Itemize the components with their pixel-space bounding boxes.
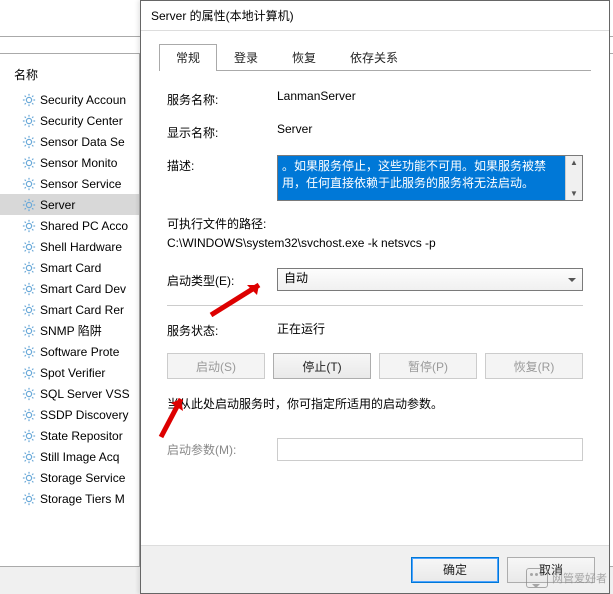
description-textarea[interactable]: 。如果服务停止，这些功能不可用。如果服务被禁用，任何直接依赖于此服务的服务将无法… [277, 155, 583, 201]
list-item[interactable]: Sensor Monito [0, 152, 139, 173]
services-list-pane: 名称 Security Accoun Security Center Sensor … [0, 54, 140, 566]
gear-icon [22, 345, 36, 359]
gear-icon [22, 366, 36, 380]
list-item-label: State Repositor [40, 429, 123, 443]
gear-icon [22, 135, 36, 149]
list-item-label: SNMP 陷阱 [40, 322, 102, 339]
list-item-label: Sensor Data Se [40, 135, 125, 149]
gear-icon [22, 156, 36, 170]
list-item[interactable]: State Repositor [0, 425, 139, 446]
list-item[interactable]: Shell Hardware [0, 236, 139, 257]
list-item-label: Spot Verifier [40, 366, 105, 380]
list-item[interactable]: Spot Verifier [0, 362, 139, 383]
gear-icon [22, 429, 36, 443]
list-item-label: Smart Card Rer [40, 303, 124, 317]
list-item-label: Shared PC Acco [40, 219, 128, 233]
display-name-value: Server [277, 122, 583, 136]
gear-icon [22, 471, 36, 485]
tab-2[interactable]: 恢复 [275, 44, 333, 71]
list-item[interactable]: Smart Card Rer [0, 299, 139, 320]
gear-icon [22, 198, 36, 212]
gear-icon [22, 387, 36, 401]
gear-icon [22, 177, 36, 191]
chat-bubble-icon [526, 568, 548, 588]
startup-params-label: 启动参数(M): [167, 441, 277, 458]
dialog-title: Server 的属性(本地计算机) [141, 1, 609, 31]
gear-icon [22, 219, 36, 233]
list-item-label: Server [40, 198, 75, 212]
watermark: 网管爱好者 [526, 568, 607, 588]
gear-icon [22, 303, 36, 317]
list-item-label: SSDP Discovery [40, 408, 128, 422]
resume-button: 恢复(R) [485, 353, 583, 379]
gear-icon [22, 114, 36, 128]
start-button: 启动(S) [167, 353, 265, 379]
startup-type-select[interactable]: 自动 [277, 268, 583, 291]
pause-button: 暂停(P) [379, 353, 477, 379]
gear-icon [22, 261, 36, 275]
gear-icon [22, 282, 36, 296]
list-item[interactable]: Security Accoun [0, 89, 139, 110]
startup-type-label: 启动类型(E): [167, 270, 277, 289]
tab-3[interactable]: 依存关系 [333, 44, 415, 71]
scroll-up-icon[interactable]: ▲ [566, 156, 582, 169]
gear-icon [22, 240, 36, 254]
list-item-label: Security Accoun [40, 93, 126, 107]
gear-icon [22, 93, 36, 107]
display-name-label: 显示名称: [167, 122, 277, 141]
list-item[interactable]: Storage Tiers M [0, 488, 139, 509]
gear-icon [22, 450, 36, 464]
list-item-label: Software Prote [40, 345, 119, 359]
list-item-label: Storage Tiers M [40, 492, 125, 506]
list-item[interactable]: SSDP Discovery [0, 404, 139, 425]
startup-type-value: 自动 [284, 271, 308, 285]
list-item[interactable]: Software Prote [0, 341, 139, 362]
list-item-label: Storage Service [40, 471, 125, 485]
description-text: 。如果服务停止，这些功能不可用。如果服务被禁用，任何直接依赖于此服务的服务将无法… [278, 156, 565, 200]
list-item[interactable]: Security Center [0, 110, 139, 131]
list-item-label: Security Center [40, 114, 123, 128]
service-name-label: 服务名称: [167, 89, 277, 108]
executable-path-value: C:\WINDOWS\system32\svchost.exe -k netsv… [167, 236, 583, 250]
scroll-down-icon[interactable]: ▼ [566, 187, 582, 200]
list-item-label: Sensor Service [40, 177, 121, 191]
service-name-value: LanmanServer [277, 89, 583, 103]
service-status-label: 服务状态: [167, 320, 277, 339]
tab-0[interactable]: 常规 [159, 44, 217, 71]
ok-button[interactable]: 确定 [411, 557, 499, 583]
column-header-name[interactable]: 名称 [0, 54, 139, 89]
list-item[interactable]: Still Image Acq [0, 446, 139, 467]
list-item[interactable]: SNMP 陷阱 [0, 320, 139, 341]
gear-icon [22, 324, 36, 338]
list-item[interactable]: Smart Card Dev [0, 278, 139, 299]
gear-icon [22, 408, 36, 422]
executable-path-label: 可执行文件的路径: [167, 215, 583, 232]
list-item[interactable]: SQL Server VSS [0, 383, 139, 404]
list-item[interactable]: Sensor Service [0, 173, 139, 194]
list-item-label: SQL Server VSS [40, 387, 130, 401]
description-scrollbar[interactable]: ▲ ▼ [565, 156, 582, 200]
service-status-value: 正在运行 [277, 320, 583, 337]
watermark-text: 网管爱好者 [552, 570, 607, 586]
list-item[interactable]: Sensor Data Se [0, 131, 139, 152]
list-item-label: Smart Card [40, 261, 101, 275]
startup-params-input [277, 438, 583, 461]
list-item-label: Smart Card Dev [40, 282, 126, 296]
list-item[interactable]: Shared PC Acco [0, 215, 139, 236]
gear-icon [22, 492, 36, 506]
description-label: 描述: [167, 155, 277, 174]
properties-dialog: Server 的属性(本地计算机) 常规登录恢复依存关系 服务名称: Lanma… [140, 0, 610, 594]
list-item-label: Sensor Monito [40, 156, 117, 170]
list-item-label: Still Image Acq [40, 450, 119, 464]
tab-1[interactable]: 登录 [217, 44, 275, 71]
list-item-label: Shell Hardware [40, 240, 122, 254]
startup-note: 当从此处启动服务时，你可指定所适用的启动参数。 [167, 395, 583, 412]
list-item[interactable]: Smart Card [0, 257, 139, 278]
list-item[interactable]: Storage Service [0, 467, 139, 488]
list-item[interactable]: Server [0, 194, 139, 215]
tab-strip: 常规登录恢复依存关系 [159, 43, 591, 71]
stop-button[interactable]: 停止(T) [273, 353, 371, 379]
